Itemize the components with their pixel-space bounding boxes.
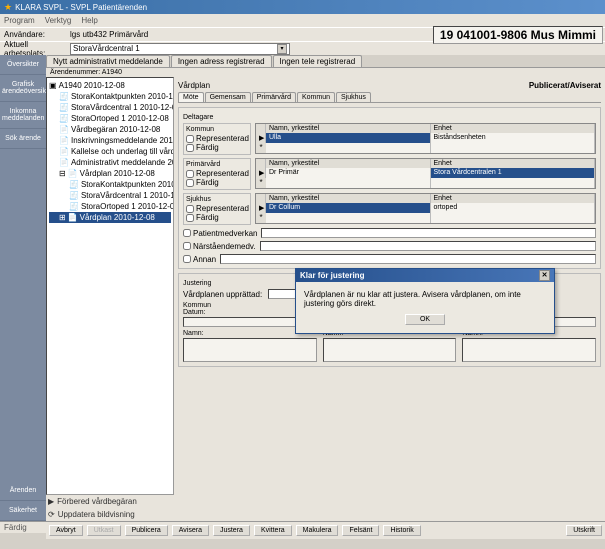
chk-annan[interactable]: Annan <box>183 255 216 264</box>
chevron-down-icon[interactable]: ▾ <box>277 44 287 54</box>
nav-inkomna[interactable]: Inkomna meddelanden <box>0 102 46 129</box>
tree-node[interactable]: 🧾StoraVårdcentral 1 2010-12-08 <box>49 102 171 113</box>
case-number: Ärendenummer: A1940 <box>46 68 605 77</box>
user-label: Användare: <box>2 30 70 39</box>
window-titlebar: ★ KLARA SVPL - SVPL Patientärenden <box>0 0 605 14</box>
link-forbered[interactable]: ▶Förbered vårdbegäran <box>46 495 174 508</box>
user-row: Användare: lgs utb432 Primärvård 19 0410… <box>0 27 605 41</box>
btn-historik[interactable]: Historik <box>383 525 420 536</box>
group-primarvard: Primärvård Representerad Färdig <box>183 158 251 190</box>
tree-node[interactable]: 📄Administrativt meddelande 2010 <box>49 157 171 168</box>
input-annan[interactable] <box>220 254 596 264</box>
menu-verktyg[interactable]: Verktyg <box>45 16 72 25</box>
app-icon: ★ <box>4 2 12 13</box>
window-title: KLARA SVPL - SVPL Patientärenden <box>15 3 147 12</box>
btn-makulera[interactable]: Makulera <box>296 525 339 536</box>
nav-oversikter[interactable]: Översikter <box>0 55 46 75</box>
refresh-icon: ⟳ <box>48 510 55 519</box>
tree-node[interactable]: 🧾StoraKontaktpunkten 2010- <box>49 179 171 190</box>
chk-sjuk-rep[interactable]: Representerad <box>186 204 248 213</box>
top-tabs: Nytt administrativt meddelande Ingen adr… <box>46 55 605 68</box>
tree-node[interactable]: ⊟📄Vårdplan 2010-12-08 <box>49 168 171 179</box>
tree-node[interactable]: 🧾StoraKontaktpunkten 2010-12-0 <box>49 91 171 102</box>
btn-kvittera[interactable]: Kvittera <box>254 525 292 536</box>
sub-tabs: Möte Gemensam Primärvård Kommun Sjukhus <box>178 92 601 103</box>
tree-node[interactable]: 🧾StoraOrtoped 1 2010-12-08 <box>49 113 171 124</box>
btn-justera[interactable]: Justera <box>213 525 250 536</box>
btn-utkast: Utkast <box>87 525 121 536</box>
chk-narst[interactable]: Närståendemedv. <box>183 242 256 251</box>
modal-klar-for-justering: Klar för justering ✕ Vårdplanen är nu kl… <box>295 268 555 334</box>
chk-primar-rep[interactable]: Representerad <box>186 169 248 178</box>
menu-program[interactable]: Program <box>4 16 35 25</box>
btn-avbryt[interactable]: Avbryt <box>49 525 83 536</box>
tab-ingen-adress[interactable]: Ingen adress registrerad <box>171 55 272 67</box>
chk-primar-fardig[interactable]: Färdig <box>186 178 248 187</box>
btn-ok[interactable]: OK <box>405 314 445 325</box>
tree-node-selected[interactable]: ⊞📄Vårdplan 2010-12-08 <box>49 212 171 223</box>
left-nav: Översikter Grafisk ärendeöversikt Inkomn… <box>0 55 46 521</box>
chk-kommun-rep[interactable]: Representerad <box>186 134 248 143</box>
btn-utskrift[interactable]: Utskrift <box>566 525 602 536</box>
close-icon[interactable]: ✕ <box>539 270 550 281</box>
workplace-select[interactable]: StoraVårdcentral 1 ▾ <box>70 43 290 55</box>
deltagare-label: Deltagare <box>183 114 596 121</box>
chk-patientmed[interactable]: Patientmedverkan <box>183 229 257 238</box>
subtab-mote[interactable]: Möte <box>178 92 204 102</box>
wizard-icon: ▶ <box>48 497 54 506</box>
chk-sjuk-fardig[interactable]: Färdig <box>186 213 248 222</box>
case-tree[interactable]: ▣A1940 2010-12-08 🧾StoraKontaktpunkten 2… <box>46 77 174 495</box>
panel-title: Vårdplan <box>178 81 210 90</box>
subtab-gemensam[interactable]: Gemensam <box>205 92 251 102</box>
chk-kommun-fardig[interactable]: Färdig <box>186 143 248 152</box>
subtab-primar[interactable]: Primärvård <box>252 92 296 102</box>
tree-node[interactable]: 📄Vårdbegäran 2010-12-08 <box>49 124 171 135</box>
subtab-kommun[interactable]: Kommun <box>297 92 335 102</box>
action-bar: Avbryt Utkast Publicera Avisera Justera … <box>46 521 605 539</box>
input-patientmed[interactable] <box>261 228 596 238</box>
subtab-sjukhus[interactable]: Sjukhus <box>336 92 371 102</box>
nav-sok[interactable]: Sök ärende <box>0 129 46 149</box>
fld-primar-namn[interactable] <box>323 338 457 362</box>
menu-help[interactable]: Help <box>81 16 97 25</box>
tab-ingen-tele[interactable]: Ingen tele registrerad <box>273 55 363 67</box>
btn-publicera[interactable]: Publicera <box>125 525 168 536</box>
tree-node[interactable]: 📄Kallelse och underlag till vårdpl <box>49 146 171 157</box>
group-kommun: Kommun Representerad Färdig <box>183 123 251 155</box>
workplace-value: StoraVårdcentral 1 <box>73 44 140 53</box>
btn-felsant[interactable]: Felsänt <box>342 525 379 536</box>
link-uppdatera[interactable]: ⟳Uppdatera bildvisning <box>46 508 174 521</box>
modal-title: Klar för justering <box>300 271 364 280</box>
grid-sjukhus[interactable]: Namn, yrkestitelEnhet ▶Dr Collumortoped … <box>255 193 596 224</box>
tree-node[interactable]: 🧾StoraOrtoped 1 2010-12-08 <box>49 201 171 212</box>
tab-nytt[interactable]: Nytt administrativt meddelande <box>46 55 170 67</box>
nav-arenden[interactable]: Ärenden <box>0 481 46 501</box>
tree-node[interactable]: 🧾StoraVårdcentral 1 2010-12 <box>49 190 171 201</box>
group-sjukhus: Sjukhus Representerad Färdig <box>183 193 251 225</box>
nav-sakerhet[interactable]: Säkerhet <box>0 501 46 521</box>
input-narst[interactable] <box>260 241 596 251</box>
grid-kommun[interactable]: Namn, yrkestitelEnhet ▶UllaBiståndsenhet… <box>255 123 596 154</box>
panel-status: Publicerat/Aviserat <box>529 81 601 90</box>
btn-avisera[interactable]: Avisera <box>172 525 209 536</box>
nav-grafisk[interactable]: Grafisk ärendeöversikt <box>0 75 46 102</box>
modal-text: Vårdplanen är nu klar att justera. Avise… <box>304 290 546 308</box>
tree-root[interactable]: ▣A1940 2010-12-08 <box>49 80 171 91</box>
tree-node[interactable]: 📄Inskrivningsmeddelande 2010-1 <box>49 135 171 146</box>
user-value: lgs utb432 Primärvård <box>70 30 148 39</box>
fld-extra-namn[interactable] <box>462 338 596 362</box>
patient-id: 19 041001-9806 Mus Mimmi <box>433 26 603 44</box>
fld-kommun-namn[interactable] <box>183 338 317 362</box>
status-text: Färdig <box>4 523 27 532</box>
grid-primarvard[interactable]: Namn, yrkestitelEnhet ▶Dr PrimärStora Vå… <box>255 158 596 189</box>
